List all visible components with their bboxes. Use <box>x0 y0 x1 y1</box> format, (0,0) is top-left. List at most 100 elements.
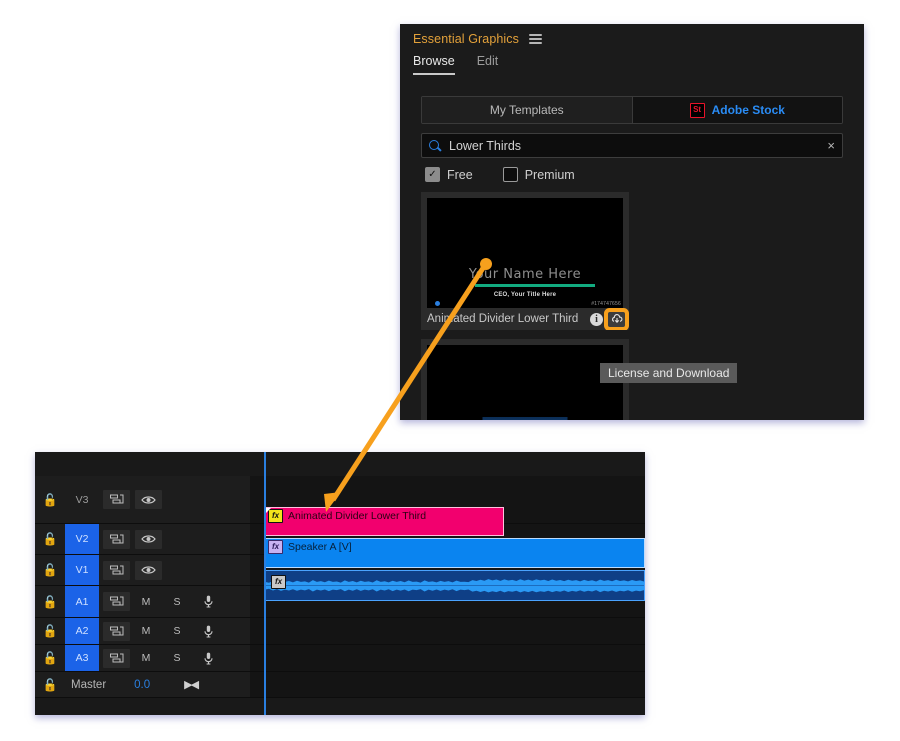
toggle-track-output-icon[interactable] <box>135 529 162 549</box>
stock-thumbnail-preview[interactable]: LOWER SHARK Sub title Shark #176549769 <box>427 345 623 420</box>
eye-glyph <box>141 495 156 504</box>
tooltip: License and Download <box>600 363 738 383</box>
search-results-grid: Your Name Here CEO, Your Title Here #174… <box>421 192 843 420</box>
track-lane-a3[interactable] <box>250 645 645 672</box>
solo-track-button[interactable]: S <box>166 592 188 611</box>
sync-lock-icon[interactable] <box>103 592 130 611</box>
sync-lock-icon[interactable] <box>103 490 130 509</box>
preview-divider-rule <box>475 284 595 287</box>
panel-tabs: Browse Edit <box>400 54 864 82</box>
lock-icon[interactable]: 🔓 <box>35 532 65 546</box>
checkbox-free-icon[interactable]: ✓ <box>425 167 440 182</box>
solo-track-button[interactable]: S <box>166 622 188 641</box>
timeline-ruler[interactable] <box>250 452 645 476</box>
master-track-label: Master <box>71 678 107 691</box>
timeline-clip-video[interactable]: fx Speaker A [V] <box>264 538 645 568</box>
timeline-panel: 🔓 V3 🔓 V2 🔓 V1 🔓 A1 M S 🔓 A2 M S 🔓 A3 M … <box>35 452 645 715</box>
lock-icon[interactable]: 🔓 <box>35 678 65 692</box>
adobe-stock-icon: St <box>689 102 705 118</box>
track-name-a2[interactable]: A2 <box>65 618 99 644</box>
checkbox-premium-icon[interactable]: ✓ <box>502 167 518 182</box>
timeline-track-area[interactable]: fx Animated Divider Lower Third fx Speak… <box>250 452 645 715</box>
voice-over-record-icon[interactable] <box>197 622 219 641</box>
fx-badge-icon: fx <box>271 574 286 589</box>
filter-premium[interactable]: ✓ Premium <box>502 167 575 182</box>
sync-lock-icon[interactable] <box>103 621 130 641</box>
sync-lock-icon[interactable] <box>103 560 130 580</box>
filter-free-label: Free <box>447 167 473 182</box>
page-title: Essential Graphics <box>413 32 520 46</box>
timeline-clip-graphic[interactable]: fx Animated Divider Lower Third <box>264 507 504 536</box>
sync-lock-glyph <box>109 565 123 574</box>
track-header-a3[interactable]: 🔓 A3 M S <box>35 645 250 672</box>
track-lane-a2[interactable] <box>250 618 645 645</box>
solo-track-button[interactable]: S <box>166 649 188 668</box>
my-templates-button[interactable]: My Templates <box>422 97 632 123</box>
search-row: Lower Thirds × <box>421 133 843 158</box>
lock-icon[interactable]: 🔓 <box>35 493 65 507</box>
clip-label: fx Speaker A [V] <box>265 539 644 554</box>
track-header-a2[interactable]: 🔓 A2 M S <box>35 618 250 645</box>
lock-icon[interactable]: 🔓 <box>35 624 65 638</box>
track-header-a1[interactable]: 🔓 A1 M S <box>35 586 250 618</box>
sync-lock-glyph <box>109 534 123 543</box>
clear-search-icon[interactable]: × <box>827 139 835 152</box>
master-level-value[interactable]: 0.0 <box>134 679 150 691</box>
fx-badge-icon: fx <box>268 539 283 554</box>
track-header-footer <box>35 698 250 715</box>
track-header-master[interactable]: 🔓 Master 0.0 ▶◀ <box>35 672 250 698</box>
search-input-value: Lower Thirds <box>449 138 522 153</box>
toggle-track-output-icon[interactable] <box>135 490 162 509</box>
sync-lock-glyph <box>109 494 123 504</box>
preview-dot-icon <box>435 301 440 306</box>
playhead[interactable] <box>264 452 266 715</box>
license-and-download-icon[interactable] <box>608 311 625 327</box>
stock-thumbnail-preview[interactable]: Your Name Here CEO, Your Title Here #174… <box>427 198 623 308</box>
stock-id-label: #174747656 <box>591 301 621 307</box>
adobe-stock-label: Adobe Stock <box>711 103 785 117</box>
mute-track-button[interactable]: M <box>135 622 157 641</box>
timeline-clip-audio[interactable]: fx <box>264 570 645 601</box>
sync-lock-icon[interactable] <box>103 529 130 549</box>
mic-glyph <box>203 595 213 608</box>
tab-browse[interactable]: Browse <box>413 54 455 75</box>
track-lane-master <box>250 672 645 698</box>
voice-over-record-icon[interactable] <box>197 649 219 668</box>
clip-name: Speaker A [V] <box>288 540 352 553</box>
track-name-v2[interactable]: V2 <box>65 524 99 554</box>
track-header-v2[interactable]: 🔓 V2 <box>35 524 250 555</box>
track-name-a1[interactable]: A1 <box>65 586 99 617</box>
preview-subtitle-text: CEO, Your Title Here <box>493 292 557 298</box>
preview-title-text: Your Name Here <box>468 267 582 282</box>
search-icon <box>429 139 442 152</box>
sync-lock-glyph <box>109 626 123 635</box>
info-icon[interactable]: i <box>590 312 603 326</box>
lock-icon[interactable]: 🔓 <box>35 563 65 577</box>
sync-lock-icon[interactable] <box>103 648 130 668</box>
adobe-stock-button[interactable]: St Adobe Stock <box>631 97 842 123</box>
stock-result-title: Animated Divider Lower Third <box>427 313 579 325</box>
track-header-v1[interactable]: 🔓 V1 <box>35 555 250 586</box>
source-toggle: My Templates St Adobe Stock <box>421 96 843 124</box>
stock-result-card[interactable]: Your Name Here CEO, Your Title Here #174… <box>421 192 629 330</box>
track-header-v3[interactable]: 🔓 V3 <box>35 476 250 524</box>
panel-titlebar: Essential Graphics <box>400 24 864 54</box>
tab-edit[interactable]: Edit <box>477 54 499 73</box>
track-name-v3[interactable]: V3 <box>65 476 99 523</box>
lock-icon[interactable]: 🔓 <box>35 595 65 609</box>
hamburger-menu-icon[interactable] <box>529 32 543 47</box>
mic-glyph <box>203 625 213 638</box>
mute-track-button[interactable]: M <box>135 649 157 668</box>
stock-result-card[interactable]: LOWER SHARK Sub title Shark #176549769 D… <box>421 339 629 420</box>
cloud-download-glyph <box>611 313 622 323</box>
lock-icon[interactable]: 🔓 <box>35 651 65 665</box>
mute-track-button[interactable]: M <box>135 592 157 611</box>
voice-over-record-icon[interactable] <box>197 592 219 611</box>
toggle-track-output-icon[interactable] <box>135 560 162 580</box>
search-input[interactable]: Lower Thirds × <box>421 133 843 158</box>
sync-lock-glyph <box>109 653 123 662</box>
filter-free[interactable]: ✓ Free <box>425 167 473 182</box>
track-name-a3[interactable]: A3 <box>65 645 99 671</box>
audio-meter-icon[interactable]: ▶◀ <box>184 678 199 691</box>
track-name-v1[interactable]: V1 <box>65 555 99 585</box>
